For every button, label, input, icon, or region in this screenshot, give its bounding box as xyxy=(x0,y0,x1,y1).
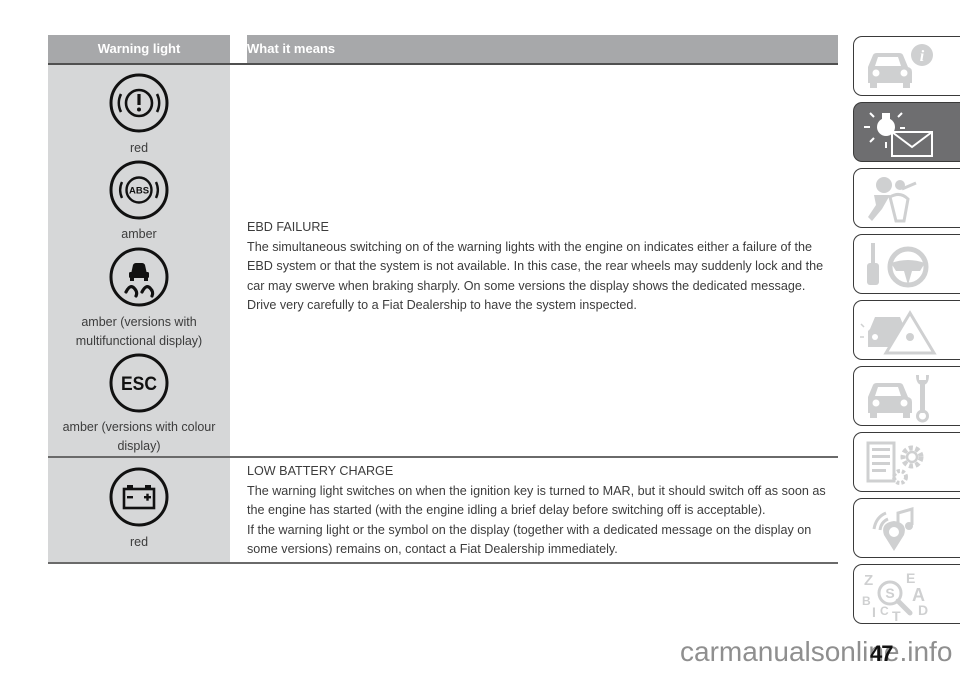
alphabet-search-icon: Z E B A I C T D S xyxy=(862,570,928,621)
caption-brake: red xyxy=(129,141,149,155)
abs-icon: ABS xyxy=(108,159,170,221)
svg-text:Z: Z xyxy=(864,572,873,589)
low-battery-title: LOW BATTERY CHARGE xyxy=(247,464,394,478)
svg-text:E: E xyxy=(906,570,915,586)
table-row-battery-lights: red xyxy=(48,458,230,562)
ebd-failure-paragraph-1: The simultaneous switching on of the war… xyxy=(247,239,824,293)
column-header-warning-light: Warning light xyxy=(48,35,230,63)
low-battery-paragraph-2: If the warning light or the symbol on th… xyxy=(247,522,812,557)
warning-light-message-icon xyxy=(864,112,933,157)
svg-text:B: B xyxy=(862,594,871,608)
abs-glyph-text: ABS xyxy=(129,186,149,197)
brake-warning-icon xyxy=(108,72,170,134)
car-info-icon: i xyxy=(868,44,933,88)
svg-text:S: S xyxy=(885,585,894,601)
caption-skid: amber (versions with multifunctional dis… xyxy=(75,315,203,348)
battery-icon xyxy=(108,466,170,528)
skid-car-icon xyxy=(108,246,170,308)
table-row-ebd-lights: red ABS amber amber (versions with multi… xyxy=(48,65,230,456)
side-tab-warning-lights[interactable] xyxy=(853,102,960,162)
music-location-icon xyxy=(872,507,914,551)
side-tab-servicing[interactable] xyxy=(853,366,960,426)
svg-text:i: i xyxy=(920,48,925,65)
side-tab-starting-driving[interactable] xyxy=(853,234,960,294)
ebd-failure-paragraph-2: Drive very carefully to a Fiat Dealershi… xyxy=(247,298,637,312)
car-wrench-icon xyxy=(868,375,929,423)
side-tab-multimedia[interactable] xyxy=(853,498,960,558)
esc-icon: ESC xyxy=(108,352,170,414)
svg-text:C: C xyxy=(880,604,889,618)
side-tab-safety[interactable] xyxy=(853,168,960,228)
ebd-failure-title: EBD FAILURE xyxy=(247,220,329,234)
esc-glyph-text: ESC xyxy=(121,372,157,394)
page-number: 47 xyxy=(870,641,894,666)
airbag-passenger-icon xyxy=(868,177,917,223)
column-header-what-it-means: What it means xyxy=(247,35,838,63)
side-tab-index[interactable]: Z E B A I C T D S xyxy=(853,564,960,624)
svg-text:I: I xyxy=(872,604,876,620)
low-battery-paragraph-1: The warning light switches on when the i… xyxy=(247,483,826,518)
side-tab-car-info[interactable]: i xyxy=(853,36,960,96)
caption-esc: amber (versions with colour display) xyxy=(62,420,216,453)
side-tab-emergency[interactable] xyxy=(853,300,960,360)
low-battery-description: LOW BATTERY CHARGE The warning light swi… xyxy=(247,462,841,560)
ebd-failure-description: EBD FAILURE The simultaneous switching o… xyxy=(247,218,841,316)
list-gears-icon xyxy=(866,441,924,485)
table-bottom-rule xyxy=(48,562,838,564)
caption-abs: amber xyxy=(121,227,157,241)
key-steering-wheel-icon xyxy=(867,243,929,288)
caption-battery: red xyxy=(129,535,149,549)
svg-text:T: T xyxy=(892,608,901,621)
svg-text:D: D xyxy=(918,602,928,618)
side-tab-technical-data[interactable] xyxy=(853,432,960,492)
watermark: carmanualsonline.info xyxy=(680,636,953,667)
car-hazard-icon xyxy=(860,310,937,355)
